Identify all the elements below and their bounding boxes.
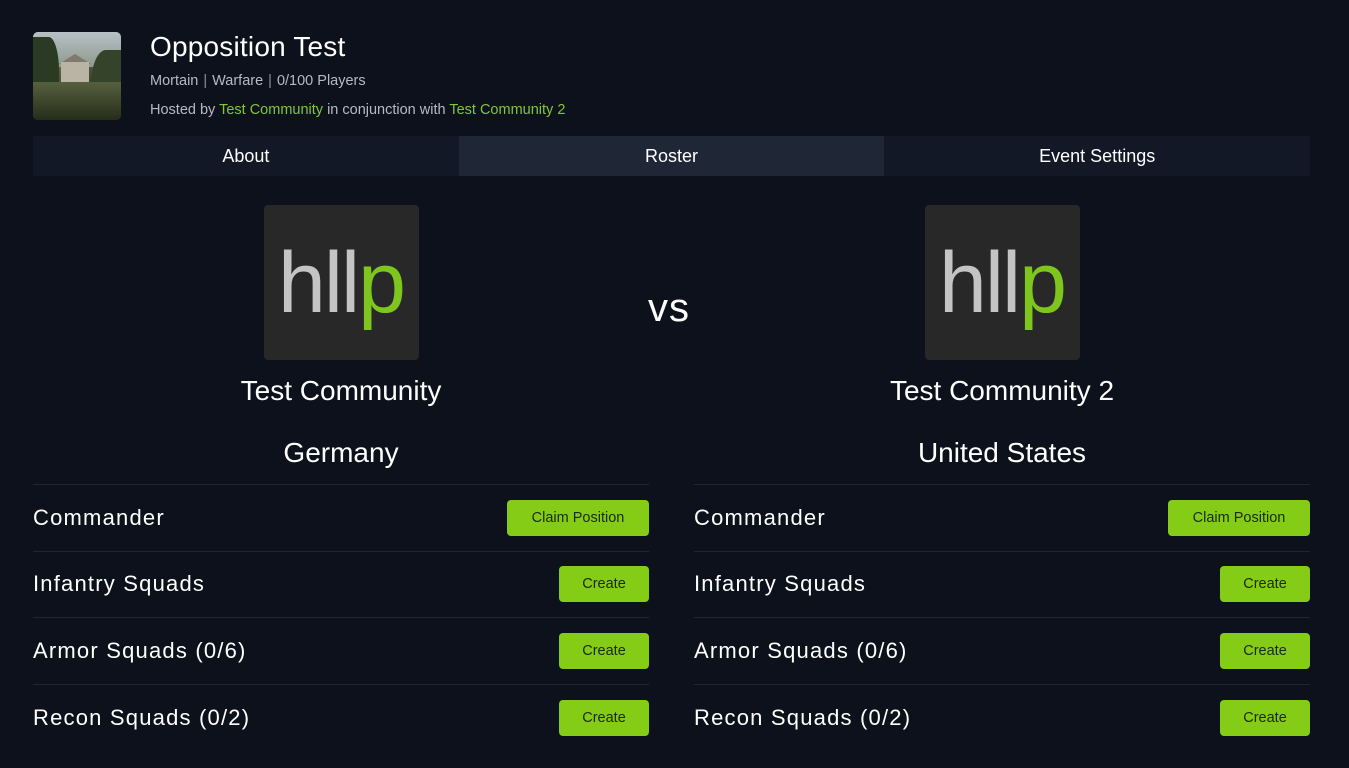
map-thumbnail [33,32,121,120]
team-panel-right: hll p Test Community 2 United States Comm… [694,205,1310,751]
claim-position-button[interactable]: Claim Position [507,499,649,536]
role-row-infantry: Infantry Squads Create [694,552,1310,618]
role-row-infantry: Infantry Squads Create [33,552,649,618]
hosted-prefix: Hosted by [150,102,216,118]
role-label: Infantry Squads [33,571,206,597]
create-armor-squad-button[interactable]: Create [559,632,649,669]
tab-bar: About Roster Event Settings [33,136,1311,176]
logo-text-gray: hll [278,234,360,331]
game-mode: Warfare [212,73,264,89]
role-label: Armor Squads (0/6) [694,637,908,663]
role-label: Recon Squads (0/2) [694,704,912,730]
role-label: Armor Squads (0/6) [33,637,247,663]
faction-name: Germany [283,437,399,468]
roles-list: Commander Claim Position Infantry Squads… [33,484,649,751]
faction-name: United States [917,437,1087,468]
role-label: Commander [694,504,826,530]
role-row-recon: Recon Squads (0/2) Create [694,685,1310,752]
hosted-by-line: Hosted by Test Community in conjunction … [150,101,565,119]
community-name: Test Community 2 [889,375,1115,406]
role-label: Infantry Squads [694,571,867,597]
tab-event-settings[interactable]: Event Settings [884,136,1311,176]
logo-text-green: p [358,234,406,331]
logo-text-gray: hll [939,234,1021,331]
community-logo: hll p [924,205,1080,360]
event-header: Opposition Test Mortain | Warfare | 0/100 Pl… [33,32,565,120]
host-link[interactable]: Test Community [219,102,323,118]
logo-text-green: p [1019,234,1067,331]
create-recon-squad-button[interactable]: Create [559,699,649,736]
roles-list: Commander Claim Position Infantry Squads… [694,484,1310,751]
team-panel-left: hll p Test Community Germany Commander Cl… [33,205,649,751]
community-logo: hll p [263,205,419,360]
role-label: Commander [33,504,165,530]
separator: | [268,73,272,89]
role-row-recon: Recon Squads (0/2) Create [33,685,649,752]
co-host-link[interactable]: Test Community 2 [449,102,565,118]
separator: | [203,73,208,89]
event-meta: Mortain | Warfare | 0/100 Players [150,72,565,90]
vs-label: vs [648,286,690,330]
create-recon-squad-button[interactable]: Create [1220,699,1310,736]
create-armor-squad-button[interactable]: Create [1220,632,1310,669]
tab-about[interactable]: About [33,136,459,176]
role-row-armor: Armor Squads (0/6) Create [694,618,1310,685]
tab-roster[interactable]: Roster [458,136,885,176]
map-name: Mortain [150,73,199,89]
community-name: Test Community [240,375,442,406]
claim-position-button[interactable]: Claim Position [1168,499,1310,536]
role-label: Recon Squads (0/2) [33,704,251,730]
role-row-commander: Commander Claim Position [33,485,649,552]
create-infantry-squad-button[interactable]: Create [1220,566,1310,603]
create-infantry-squad-button[interactable]: Create [559,566,649,603]
role-row-commander: Commander Claim Position [694,485,1310,552]
player-count: 0/100 Players [276,73,366,89]
role-row-armor: Armor Squads (0/6) Create [33,618,649,685]
event-title: Opposition Test [150,31,346,62]
conjunction-text: in conjunction with [327,102,446,118]
event-info: Opposition Test Mortain | Warfare | 0/100 Pl… [150,32,565,120]
